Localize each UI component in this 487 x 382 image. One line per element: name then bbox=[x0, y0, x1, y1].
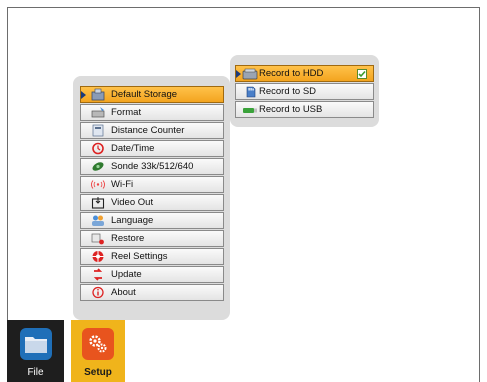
menu-item-default-storage[interactable]: Default Storage bbox=[80, 86, 224, 103]
menu-item-video-out[interactable]: Video Out bbox=[80, 194, 224, 211]
menu-item-label: Sonde 33k/512/640 bbox=[111, 161, 194, 172]
wifi-icon bbox=[91, 178, 105, 191]
menu-item-restore[interactable]: Restore bbox=[80, 230, 224, 247]
setup-menu-panel: Default Storage Format Distance Counter … bbox=[73, 76, 230, 320]
menu-item-label: Video Out bbox=[111, 197, 154, 208]
menu-item-distance-counter[interactable]: Distance Counter bbox=[80, 122, 224, 139]
menu-item-date-time[interactable]: Date/Time bbox=[80, 140, 224, 157]
setup-menu-list: Default Storage Format Distance Counter … bbox=[80, 86, 224, 302]
restore-icon bbox=[91, 232, 105, 245]
menu-item-language[interactable]: Language bbox=[80, 212, 224, 229]
hdd-icon bbox=[242, 68, 258, 80]
menu-item-label: About bbox=[111, 287, 136, 298]
update-icon bbox=[91, 268, 105, 281]
frame-border-top bbox=[7, 7, 480, 8]
storage-submenu-list: Record to HDD Record to SD Record to USB bbox=[235, 65, 374, 119]
sonde-icon bbox=[91, 160, 105, 173]
frame-border-right bbox=[479, 7, 480, 382]
tab-label: Setup bbox=[84, 367, 112, 378]
menu-item-label: Date/Time bbox=[111, 143, 155, 154]
menu-item-sonde[interactable]: Sonde 33k/512/640 bbox=[80, 158, 224, 175]
submenu-item-record-to-sd[interactable]: Record to SD bbox=[235, 83, 374, 100]
menu-item-format[interactable]: Format bbox=[80, 104, 224, 121]
tab-setup[interactable]: Setup bbox=[71, 320, 125, 382]
info-icon bbox=[91, 286, 105, 299]
sd-card-icon bbox=[242, 86, 258, 98]
submenu-item-label: Record to HDD bbox=[259, 68, 324, 79]
storage-icon bbox=[91, 88, 105, 101]
menu-item-reel-settings[interactable]: Reel Settings bbox=[80, 248, 224, 265]
selection-pointer-icon bbox=[81, 91, 86, 99]
menu-item-update[interactable]: Update bbox=[80, 266, 224, 283]
menu-item-wifi[interactable]: Wi-Fi bbox=[80, 176, 224, 193]
menu-item-label: Format bbox=[111, 107, 142, 118]
clock-icon bbox=[91, 142, 105, 155]
tab-label: File bbox=[27, 367, 44, 378]
reel-icon bbox=[91, 250, 105, 263]
folder-icon bbox=[19, 328, 52, 360]
counter-icon bbox=[91, 124, 105, 137]
selection-pointer-icon bbox=[236, 70, 241, 78]
menu-item-label: Reel Settings bbox=[111, 251, 168, 262]
menu-item-label: Restore bbox=[111, 233, 145, 244]
submenu-item-label: Record to SD bbox=[259, 86, 317, 97]
menu-item-label: Update bbox=[111, 269, 142, 280]
checkbox[interactable] bbox=[357, 69, 367, 79]
menu-item-label: Distance Counter bbox=[111, 125, 185, 136]
video-out-icon bbox=[91, 196, 105, 209]
language-icon bbox=[91, 214, 105, 227]
submenu-item-record-to-usb[interactable]: Record to USB bbox=[235, 101, 374, 118]
menu-item-about[interactable]: About bbox=[80, 284, 224, 301]
tab-file[interactable]: File bbox=[7, 320, 64, 382]
screen: Default Storage Format Distance Counter … bbox=[0, 0, 487, 382]
usb-icon bbox=[242, 104, 258, 116]
format-drive-icon bbox=[91, 106, 105, 119]
menu-item-label: Wi-Fi bbox=[111, 179, 134, 190]
storage-submenu-panel: Record to HDD Record to SD Record to USB bbox=[230, 55, 379, 127]
menu-item-label: Language bbox=[111, 215, 154, 226]
gears-icon bbox=[82, 328, 114, 360]
submenu-item-label: Record to USB bbox=[259, 104, 323, 115]
submenu-item-record-to-hdd[interactable]: Record to HDD bbox=[235, 65, 374, 82]
menu-item-label: Default Storage bbox=[111, 89, 178, 100]
